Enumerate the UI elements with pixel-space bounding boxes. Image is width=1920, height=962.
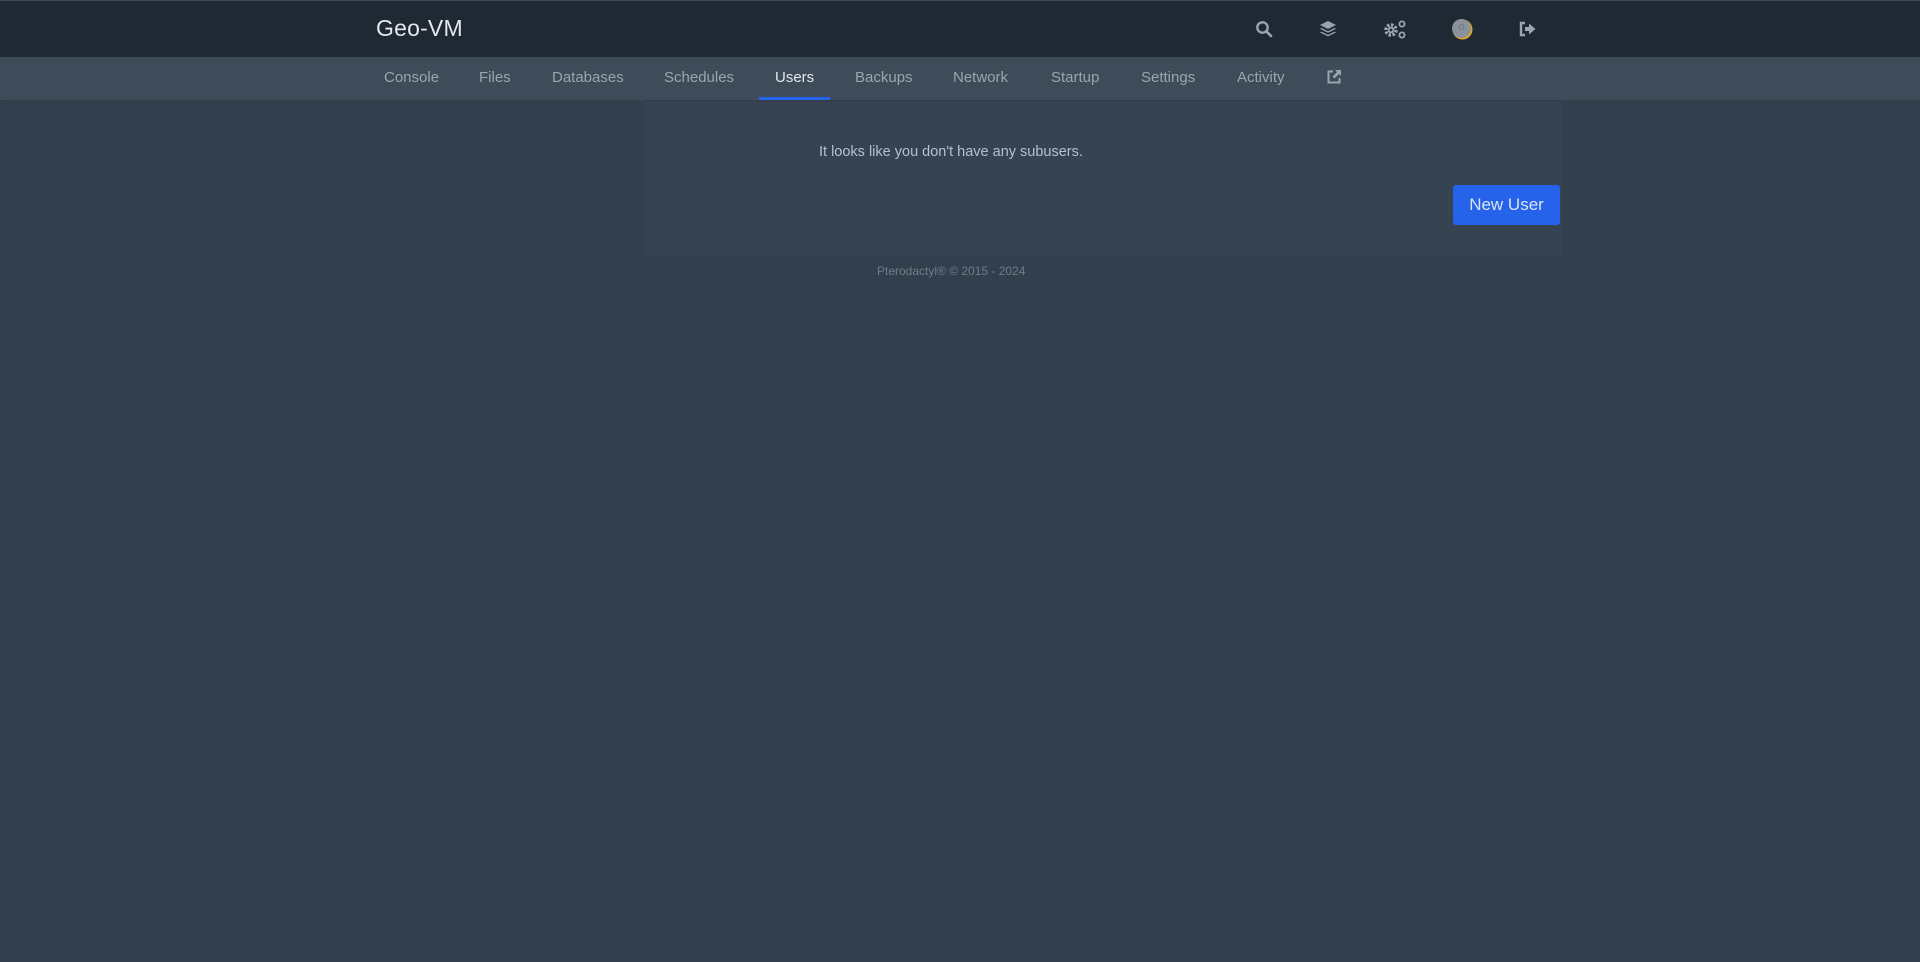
tab-users[interactable]: Users [759, 57, 831, 101]
cogs-icon[interactable] [1382, 18, 1408, 40]
sign-out-icon[interactable] [1517, 18, 1539, 40]
tab-startup[interactable]: Startup [1035, 57, 1115, 101]
tab-network[interactable]: Network [937, 57, 1024, 101]
tab-backups[interactable]: Backups [839, 57, 929, 101]
external-link-icon[interactable] [1326, 69, 1342, 90]
tab-settings[interactable]: Settings [1125, 57, 1211, 101]
avatar[interactable] [1451, 18, 1473, 40]
layers-icon[interactable] [1317, 18, 1339, 40]
server-nav: Console Files Databases Schedules Users … [0, 57, 1920, 101]
tab-files[interactable]: Files [463, 57, 527, 101]
subusers-panel: It looks like you don't have any subuser… [644, 102, 1562, 256]
empty-subusers-message: It looks like you don't have any subuser… [819, 144, 1083, 160]
search-icon[interactable] [1253, 18, 1275, 40]
server-title[interactable]: Geo-VM [376, 15, 463, 42]
tab-databases[interactable]: Databases [536, 57, 640, 101]
new-user-button[interactable]: New User [1453, 185, 1560, 225]
tab-console[interactable]: Console [368, 57, 455, 101]
top-bar: Geo-VM [0, 0, 1920, 57]
tab-activity[interactable]: Activity [1221, 57, 1301, 101]
footer-copyright[interactable]: Pterodactyl® © 2015 - 2024 [877, 264, 1025, 278]
tab-schedules[interactable]: Schedules [648, 57, 750, 101]
